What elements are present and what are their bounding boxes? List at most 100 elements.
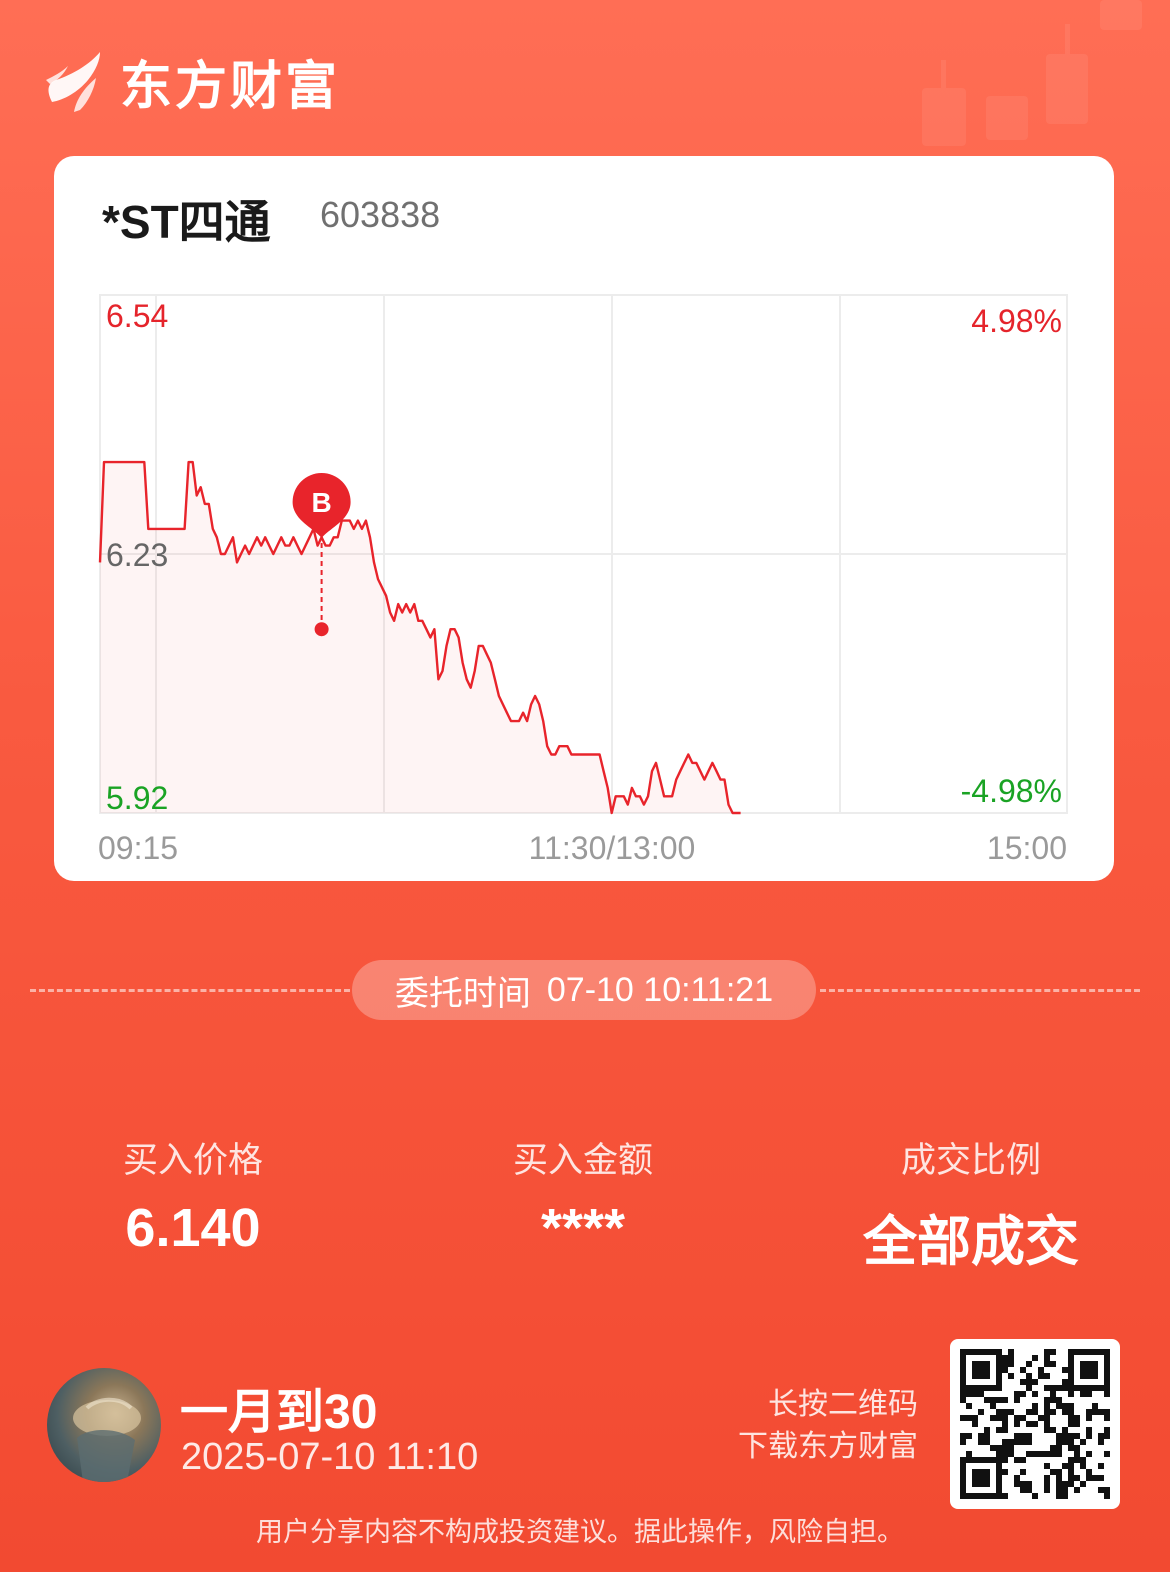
- qr-module: [1002, 1439, 1008, 1445]
- qr-module: [972, 1469, 978, 1475]
- qr-module: [1068, 1415, 1074, 1421]
- qr-module: [1056, 1433, 1062, 1439]
- qr-module: [1020, 1439, 1026, 1445]
- qr-module: [1026, 1439, 1032, 1445]
- qr-module: [1032, 1409, 1038, 1415]
- qr-module: [1026, 1487, 1032, 1493]
- qr-module: [996, 1385, 1002, 1391]
- qr-module: [1020, 1469, 1026, 1475]
- qr-module: [1008, 1445, 1014, 1451]
- qr-module: [996, 1379, 1002, 1385]
- qr-module: [1020, 1367, 1026, 1373]
- qr-module: [1068, 1403, 1074, 1409]
- qr-module: [1002, 1445, 1008, 1451]
- divider-right: [820, 989, 1140, 992]
- order-time-label: 委托时间: [394, 974, 531, 1013]
- qr-module: [1104, 1487, 1110, 1493]
- qr-module: [978, 1367, 984, 1373]
- buy-marker-label: B: [311, 487, 331, 518]
- qr-module: [1068, 1433, 1074, 1439]
- qr-module: [1068, 1361, 1074, 1367]
- qr-module: [972, 1349, 978, 1355]
- qr-module: [996, 1475, 1002, 1481]
- qr-module: [1080, 1439, 1086, 1445]
- qr-module: [1002, 1397, 1008, 1403]
- qr-module: [984, 1385, 990, 1391]
- qr-module: [1074, 1487, 1080, 1493]
- brand-header: 东方财富: [44, 44, 340, 119]
- qr-module: [966, 1493, 972, 1499]
- qr-module: [1098, 1439, 1104, 1445]
- qr-module: [972, 1493, 978, 1499]
- qr-module: [1056, 1403, 1062, 1409]
- qr-module: [1062, 1487, 1068, 1493]
- qr-module: [990, 1385, 996, 1391]
- qr-module: [1086, 1385, 1092, 1391]
- qr-module: [996, 1469, 1002, 1475]
- qr-module: [978, 1385, 984, 1391]
- pct-high-label: 4.98%: [971, 303, 1062, 339]
- eastmoney-leaf-logo-icon: [46, 51, 100, 112]
- qr-module: [1086, 1361, 1092, 1367]
- stock-card[interactable]: *ST四通 603838 B 6.54 6.23 5.92 4.98% -4.9…: [54, 156, 1114, 881]
- qr-module: [1062, 1427, 1068, 1433]
- qr-module: [1044, 1403, 1050, 1409]
- qr-module: [1062, 1481, 1068, 1487]
- qr-module: [984, 1373, 990, 1379]
- qr-module: [966, 1457, 972, 1463]
- qr-module: [996, 1361, 1002, 1367]
- qr-module: [984, 1397, 990, 1403]
- qr-module: [1068, 1463, 1074, 1469]
- qr-module: [960, 1373, 966, 1379]
- qr-module: [1080, 1463, 1086, 1469]
- time-end-label: 15:00: [987, 830, 1067, 866]
- qr-module: [1026, 1361, 1032, 1367]
- qr-module: [1074, 1451, 1080, 1457]
- qr-module: [996, 1481, 1002, 1487]
- qr-hint: 长按二维码 下载东方财富: [700, 1384, 918, 1468]
- order-time-value: 07-10 10:11:21: [546, 970, 774, 1009]
- qr-module: [1050, 1349, 1056, 1355]
- qr-module: [1080, 1457, 1086, 1463]
- qr-module: [1056, 1487, 1062, 1493]
- qr-module: [1008, 1373, 1014, 1379]
- qr-module: [1014, 1397, 1020, 1403]
- disclaimer: 用户分享内容不构成投资建议。据此操作，风险自担。: [256, 1517, 904, 1547]
- decor-candle: [1046, 54, 1088, 124]
- qr-module: [1032, 1403, 1038, 1409]
- qr-module: [1014, 1391, 1020, 1397]
- qr-module: [1008, 1349, 1014, 1355]
- qr-module: [1008, 1355, 1014, 1361]
- qr-module: [966, 1349, 972, 1355]
- qr-module: [1044, 1385, 1050, 1391]
- qr-module: [1080, 1367, 1086, 1373]
- user-avatar-icon[interactable]: [47, 1368, 161, 1482]
- qr-module: [1086, 1373, 1092, 1379]
- qr-module: [984, 1433, 990, 1439]
- qr-module: [972, 1361, 978, 1367]
- qr-module: [984, 1469, 990, 1475]
- qr-module: [1038, 1415, 1044, 1421]
- qr-module: [1026, 1373, 1032, 1379]
- qr-module: [1098, 1433, 1104, 1439]
- qr-module: [990, 1445, 996, 1451]
- qr-module: [1068, 1367, 1074, 1373]
- qr-module: [978, 1409, 984, 1415]
- qr-module: [1050, 1391, 1056, 1397]
- qr-module: [1044, 1397, 1050, 1403]
- qr-code-icon[interactable]: [950, 1339, 1120, 1509]
- qr-module: [1002, 1415, 1008, 1421]
- qr-module: [1104, 1433, 1110, 1439]
- qr-module: [1080, 1481, 1086, 1487]
- qr-module: [960, 1481, 966, 1487]
- qr-module: [978, 1439, 984, 1445]
- qr-module: [1026, 1409, 1032, 1415]
- qr-module: [1050, 1445, 1056, 1451]
- qr-module: [1104, 1385, 1110, 1391]
- qr-module: [996, 1415, 1002, 1421]
- stat-label: 买入金额: [512, 1141, 653, 1180]
- qr-module: [1086, 1469, 1092, 1475]
- stat-value: 6.140: [125, 1198, 261, 1258]
- qr-module: [1098, 1487, 1104, 1493]
- qr-module: [1002, 1361, 1008, 1367]
